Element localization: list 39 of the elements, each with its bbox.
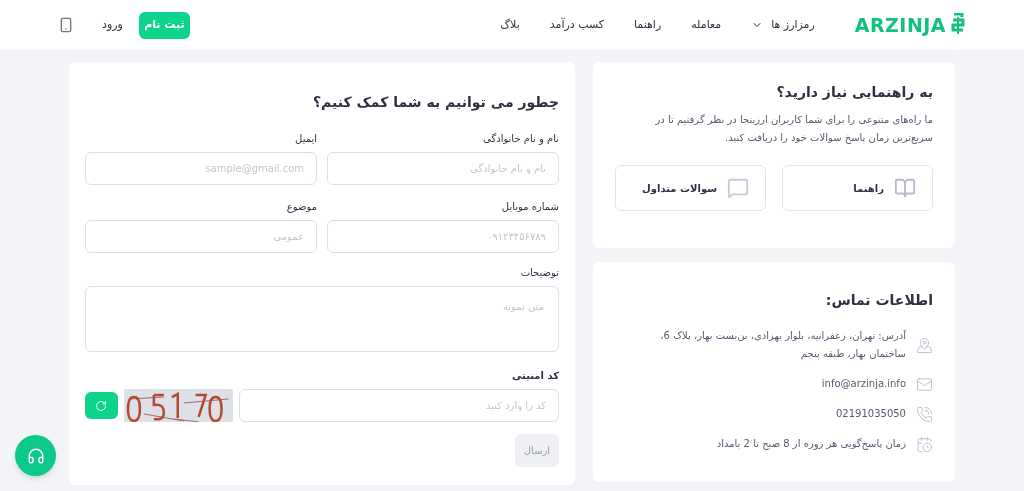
refresh-captcha-button[interactable] [85,392,118,419]
nav-link[interactable]: معامله [691,16,722,34]
book-icon [894,177,916,199]
refresh-icon [95,399,108,412]
help-description: ما راه‌های متنوعی را برای شما کاربران ارزینجا در نظر گرفتیم تا در سریع‌ترین زمان پاسخ سوالات خود را دریافت کنید. [654,113,933,146]
input-field[interactable]: عمومی [85,220,317,253]
app-download-icon[interactable] [58,17,74,33]
nav-link[interactable]: کسب درآمد [549,16,604,34]
contact-text: زمان پاسخ‌گویی هر روزه از 8 صبح تا 2 بامداد [715,437,906,452]
map-icon [916,336,933,354]
field-label: ایمیل [294,132,317,146]
contact-title: اطلاعات تماس: [824,291,933,310]
input-field[interactable]: ۰۹۱۲۳۴۵۶۷۸۹ [327,220,559,253]
calendar-clock-icon [916,435,933,453]
logo-icon [950,13,966,37]
headset-icon [26,446,45,465]
field-label: نام و نام خانوادگی [482,132,559,146]
field-label: شماره موبایل [500,200,559,214]
login-link[interactable]: ورود [102,16,123,34]
input-field[interactable]: sample@gmail.com [85,152,317,185]
nav-link[interactable]: راهنما [634,16,662,34]
description-textarea[interactable]: متن نمونه [85,286,559,352]
support-chat-button[interactable] [15,435,56,476]
phone-icon [916,405,933,423]
faq-button[interactable]: سوالات متداول [615,165,766,211]
input-field[interactable]: نام و نام خانوادگی [327,152,559,185]
question-bubble-icon [727,177,749,199]
form-title: چطور می توانیم به شما کمک کنیم؟ [311,93,559,113]
contact-text: 02191035050 [835,407,906,421]
field-label: موضوع [285,200,317,214]
nav-link[interactable]: بلاگ [500,16,520,34]
envelope-icon [916,375,933,393]
guide-button[interactable]: راهنما [782,165,933,211]
nav-dropdown[interactable]: رمزارز ها [751,16,815,34]
contact-text: آدرس: تهران، زعفرانیه، بلوار بهزادی، بن‌بست بهار، پلاک 6، ساختمان بهار، طبقه پنجم [659,328,906,362]
field-label: کد امنیتی [510,369,559,383]
field-label: توضیحات [519,266,559,280]
contact-text: info@arzinja.info [820,377,906,391]
help-title: به راهنمایی نیاز دارید؟ [775,83,933,102]
